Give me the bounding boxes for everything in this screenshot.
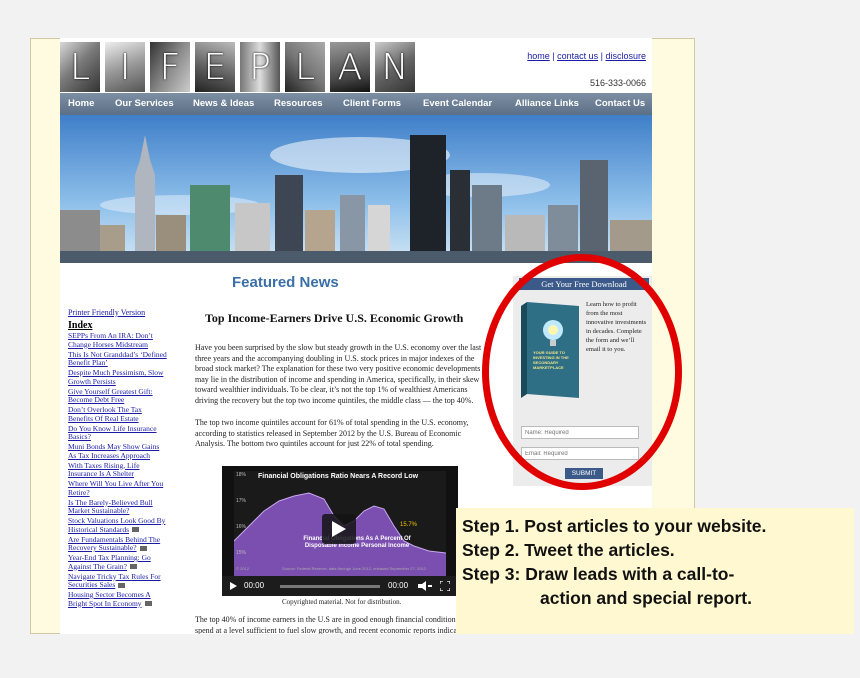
video-caption: Copyrighted material. Not for distributi… [282, 598, 402, 606]
logo-tile: A [330, 42, 370, 92]
video-controls: 00:00 00:00 [222, 576, 458, 596]
index-item-link[interactable]: Give Yourself Greatest Gift: Become Debt… [68, 387, 168, 405]
index-item-link[interactable]: Navigate Tricky Tax Rules For Securities… [68, 572, 168, 590]
duration: 00:00 [388, 581, 409, 590]
video-camera-icon [118, 582, 126, 588]
logo-tile: N [375, 42, 415, 92]
play-icon[interactable] [230, 582, 237, 590]
main-nav: Home Our Services News & Ideas Resources… [60, 93, 652, 115]
highlight-circle [482, 254, 682, 490]
video-source: Source: Federal Reserve; data through Ju… [282, 566, 426, 571]
nav-alliance-links[interactable]: Alliance Links [515, 98, 579, 109]
lifeplan-logo[interactable]: L I F E P L A N [60, 42, 420, 92]
index-item-link[interactable]: Do You Know Life Insurance Basics? [68, 424, 168, 442]
seek-bar[interactable] [280, 585, 380, 588]
logo-tile: F [150, 42, 190, 92]
logo-tile: L [60, 42, 100, 92]
nav-our-services[interactable]: Our Services [115, 98, 174, 109]
play-button[interactable] [322, 514, 356, 544]
index-item-link[interactable]: Don’t Overlook The Tax Benefits Of Real … [68, 405, 168, 423]
article-title: Top Income-Earners Drive U.S. Economic G… [205, 311, 464, 325]
printer-friendly-link[interactable]: Printer Friendly Version [68, 308, 168, 318]
logo-tile: L [285, 42, 325, 92]
contact-us-link[interactable]: contact us [557, 51, 598, 61]
index-item-link[interactable]: This Is Not Granddad’s ‘Defined Benefit … [68, 350, 168, 368]
city-skyline-image [60, 115, 652, 263]
phone-number: 516-333-0066 [589, 78, 646, 88]
video-year: © 2012 [236, 566, 249, 571]
y-tick: 15% [236, 550, 247, 556]
top-links: home | contact us | disclosure [527, 51, 646, 61]
nav-news-ideas[interactable]: News & Ideas [193, 98, 254, 109]
play-icon [332, 521, 346, 537]
index-item-link[interactable]: With Taxes Rising, Life Insurance Is A S… [68, 461, 168, 479]
logo-tile: I [105, 42, 145, 92]
index-item-link[interactable]: Housing Sector Becomes A Bright Spot In … [68, 590, 168, 608]
y-tick: 18% [236, 472, 247, 478]
fullscreen-icon[interactable] [440, 581, 450, 591]
nav-contact-us[interactable]: Contact Us [595, 98, 645, 109]
index-list: SEPPs From An IRA: Don’t Change Horses M… [68, 331, 168, 608]
video-chart-subtitle: Financial Obligations As A Percent Of Di… [303, 536, 411, 549]
y-tick: 17% [236, 498, 247, 504]
video-camera-icon [139, 545, 147, 551]
index-item-link[interactable]: Are Fundamentals Behind The Recovery Sus… [68, 535, 168, 553]
index-item-link[interactable]: Despite Much Pessimism, Slow Growth Pers… [68, 368, 168, 386]
video-camera-icon [130, 564, 138, 570]
article-paragraph: The top two income quintiles account for… [195, 418, 469, 448]
index-item-link[interactable]: Where Will You Live After You Retire? [68, 479, 168, 497]
nav-event-calendar[interactable]: Event Calendar [423, 98, 492, 109]
volume-icon[interactable] [418, 581, 432, 591]
video-chart-title: Financial Obligations Ratio Nears A Reco… [258, 473, 419, 480]
index-item-link[interactable]: Is The Barely-Believed Bull Market Susta… [68, 498, 168, 516]
video-value-label: 15.7% [400, 522, 418, 528]
nav-home[interactable]: Home [68, 98, 94, 109]
index-item-link[interactable]: SEPPs From An IRA: Don’t Change Horses M… [68, 331, 168, 349]
nav-client-forms[interactable]: Client Forms [343, 98, 401, 109]
y-tick: 16% [236, 524, 247, 530]
featured-news-heading: Featured News [232, 274, 339, 291]
step-3: Step 3: Draw leads with a call-to- [462, 564, 735, 584]
index-item-link[interactable]: Muni Bonds May Show Gains As Tax Increas… [68, 442, 168, 460]
step-2: Step 2. Tweet the articles. [462, 540, 675, 560]
step-3-continued: action and special report. [540, 588, 752, 608]
article-index-sidebar: Printer Friendly Version Index SEPPs Fro… [68, 308, 168, 610]
disclosure-link[interactable]: disclosure [605, 51, 646, 61]
article-paragraph: Have you been surprised by the slow but … [195, 343, 482, 405]
logo-tile: E [195, 42, 235, 92]
nav-resources[interactable]: Resources [274, 98, 323, 109]
step-1: Step 1. Post articles to your website. [462, 516, 767, 536]
index-heading: Index [68, 319, 93, 331]
home-link[interactable]: home [527, 51, 550, 61]
video-camera-icon [132, 527, 140, 533]
index-item-link[interactable]: Year-End Tax Planning: Go Against The Gr… [68, 553, 168, 571]
article-paragraph: The top 40% of income earners in the U.S… [195, 615, 477, 634]
steps-callout: Step 1. Post articles to your website. S… [456, 508, 854, 634]
video-camera-icon [144, 601, 152, 607]
index-item-link[interactable]: Stock Valuations Look Good By Historical… [68, 516, 168, 534]
current-time: 00:00 [244, 581, 265, 590]
video-player[interactable]: 18% 17% 16% 15% Financial Obligations Ra… [222, 466, 458, 596]
logo-tile: P [240, 42, 280, 92]
